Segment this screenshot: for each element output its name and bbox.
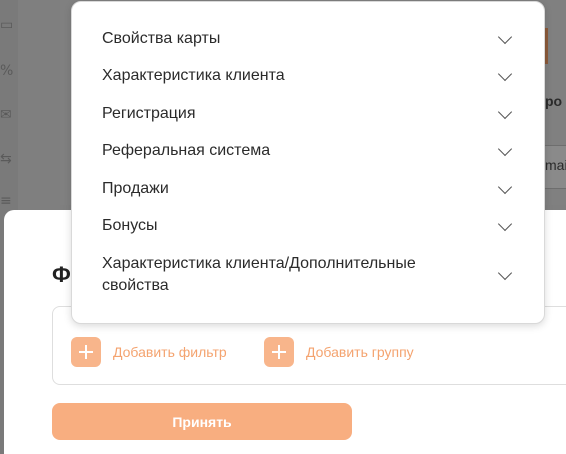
dropdown-item-bonuses[interactable]: Бонусы xyxy=(102,215,514,237)
add-group-button[interactable]: Добавить группу xyxy=(264,337,414,367)
chevron-down-icon xyxy=(497,104,513,119)
dropdown-item-label: Свойства карты xyxy=(102,30,221,47)
dropdown-item-card-properties[interactable]: Свойства карты xyxy=(102,28,514,50)
chevron-down-icon xyxy=(497,265,513,280)
dropdown-item-label: Бонусы xyxy=(102,217,158,234)
dropdown-item-sales[interactable]: Продажи xyxy=(102,178,514,200)
background-heading-fragment: ро xyxy=(545,93,563,109)
chevron-down-icon xyxy=(497,66,513,81)
dropdown-item-client-characteristics[interactable]: Характеристика клиента xyxy=(102,65,514,87)
sliders-icon[interactable]: ⇆ xyxy=(0,152,18,166)
card-icon[interactable]: ▭ xyxy=(0,18,18,32)
dropdown-item-label: Характеристика клиента/Дополнительные св… xyxy=(102,255,416,294)
modal-title: Ф xyxy=(52,262,71,287)
percent-icon[interactable]: % xyxy=(0,64,18,78)
add-filter-button[interactable]: Добавить фильтр xyxy=(71,337,227,367)
chevron-down-icon xyxy=(497,29,513,44)
plus-icon xyxy=(71,337,101,367)
mail-icon[interactable]: ✉ xyxy=(0,108,18,122)
dropdown-item-label: Регистрация xyxy=(102,105,196,122)
dropdown-item-label: Продажи xyxy=(102,180,169,197)
background-email-fragment: mail xyxy=(545,157,566,173)
accept-button[interactable]: Принять xyxy=(52,403,352,440)
dropdown-item-client-additional-properties[interactable]: Характеристика клиента/Дополнительные св… xyxy=(102,253,514,297)
chevron-down-icon xyxy=(497,216,513,231)
chevron-down-icon xyxy=(497,179,513,194)
chevron-down-icon xyxy=(497,141,513,156)
plus-icon xyxy=(264,337,294,367)
add-filter-label: Добавить фильтр xyxy=(113,344,227,360)
dropdown-item-label: Характеристика клиента xyxy=(102,67,285,84)
add-group-label: Добавить группу xyxy=(306,344,414,360)
dropdown-item-registration[interactable]: Регистрация xyxy=(102,103,514,125)
filter-category-dropdown: Свойства карты Характеристика клиента Ре… xyxy=(71,1,545,324)
dropdown-item-referral-system[interactable]: Реферальная система xyxy=(102,140,514,162)
stack-icon[interactable]: ≡ xyxy=(0,194,18,208)
dropdown-item-label: Реферальная система xyxy=(102,142,271,159)
